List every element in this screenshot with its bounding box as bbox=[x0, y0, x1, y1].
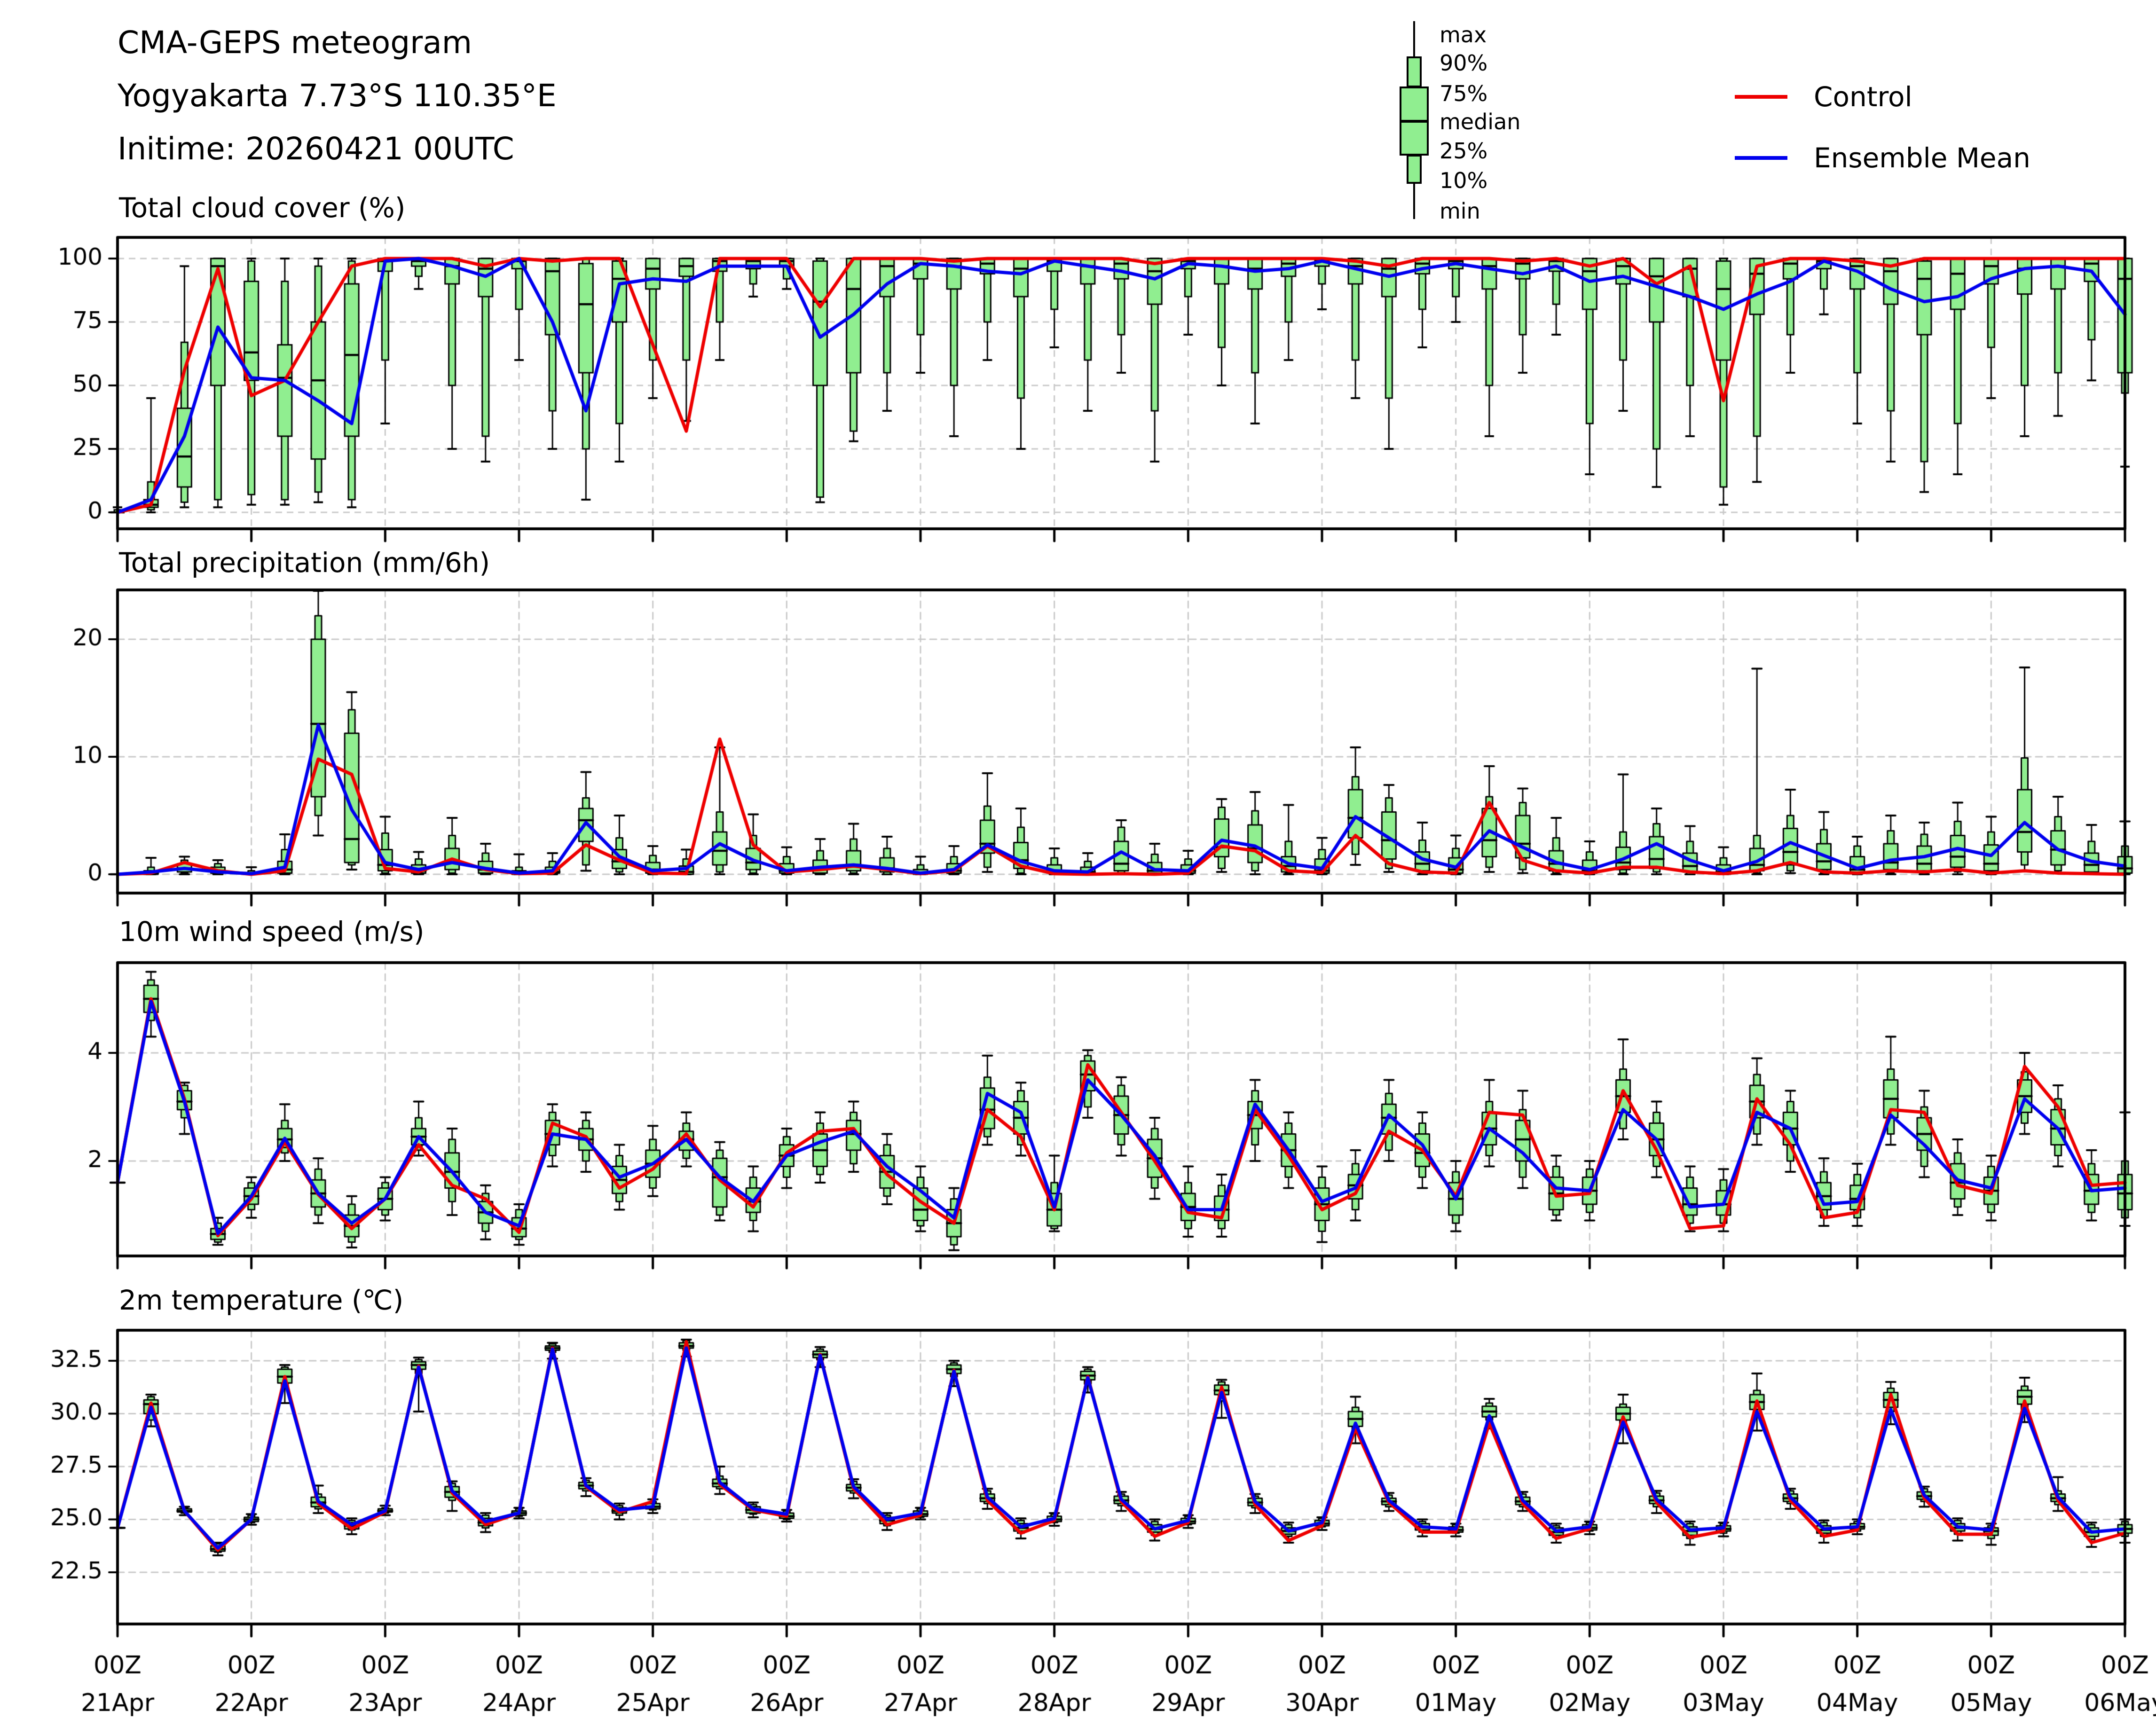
page-title: CMA-GEPS meteogram bbox=[118, 26, 472, 60]
meteogram-canvas bbox=[0, 0, 2156, 1726]
legend-label-control: Control bbox=[1814, 81, 1912, 113]
legend-label-min: min bbox=[1440, 198, 1480, 224]
legend-whisker-top-icon bbox=[1413, 21, 1415, 57]
panel-title-precip: Total precipitation (mm/6h) bbox=[119, 547, 490, 579]
panel-title-cloud: Total cloud cover (%) bbox=[119, 192, 405, 224]
legend-box-10-icon bbox=[1407, 155, 1422, 184]
panel-title-wind: 10m wind speed (m/s) bbox=[119, 916, 424, 948]
legend-median-line-icon bbox=[1400, 120, 1429, 123]
legend-label-max: max bbox=[1440, 22, 1487, 47]
legend-label-ensemble: Ensemble Mean bbox=[1814, 142, 2030, 174]
legend-label-25: 25% bbox=[1440, 138, 1487, 164]
initime-label: Initime: 20260421 00UTC bbox=[118, 132, 514, 166]
station-label: Yogyakarta 7.73°S 110.35°E bbox=[118, 79, 557, 113]
meteogram-page: CMA-GEPS meteogram Yogyakarta 7.73°S 110… bbox=[0, 0, 2156, 1726]
legend-whisker-bottom-icon bbox=[1413, 183, 1415, 219]
legend-label-75: 75% bbox=[1440, 81, 1487, 106]
legend-label-90: 90% bbox=[1440, 50, 1487, 76]
ensemble-line-icon bbox=[1735, 156, 1787, 160]
legend-label-10: 10% bbox=[1440, 168, 1487, 193]
panel-title-temp: 2m temperature (℃) bbox=[119, 1284, 403, 1316]
legend-box-90-icon bbox=[1407, 56, 1422, 87]
legend-label-median: median bbox=[1440, 109, 1520, 134]
control-line-icon bbox=[1735, 95, 1787, 99]
